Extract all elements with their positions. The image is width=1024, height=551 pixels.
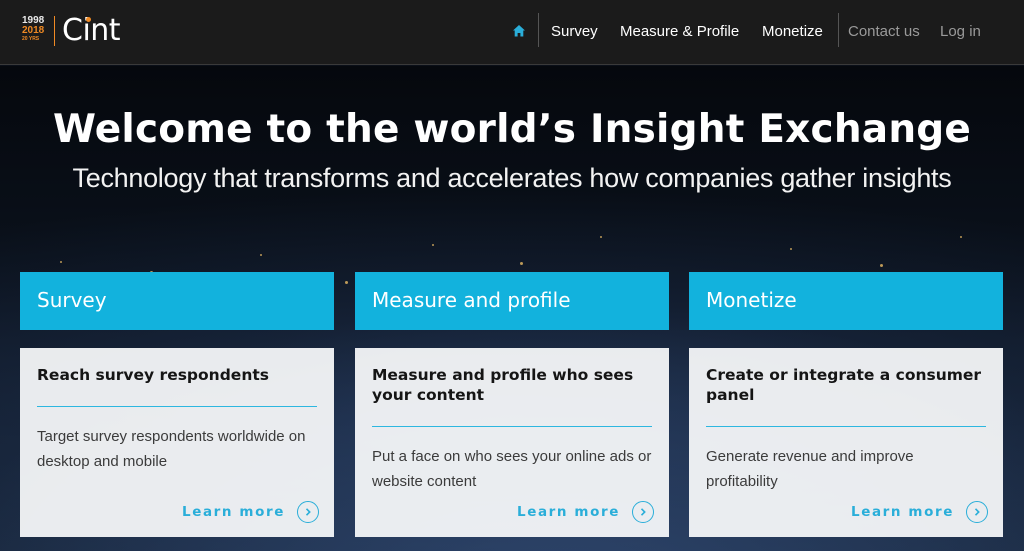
- hero-subtitle: Technology that transforms and accelerat…: [72, 163, 952, 193]
- cint-logo[interactable]: Cint: [62, 12, 121, 50]
- chevron-right-icon: [297, 501, 319, 523]
- city-light: [880, 264, 883, 267]
- learn-more-link[interactable]: Learn more: [182, 499, 322, 525]
- card-description: Target survey respondents worldwide on d…: [37, 428, 306, 470]
- nav-contact-us[interactable]: Contact us: [848, 22, 920, 42]
- card-title: Measure and profile who sees your conten…: [372, 366, 634, 404]
- card-divider: [706, 426, 986, 427]
- city-light: [600, 236, 602, 238]
- learn-more-label: Learn more: [851, 504, 954, 520]
- card-divider: [372, 426, 652, 427]
- learn-more-label: Learn more: [182, 504, 285, 520]
- card-description: Put a face on who sees your online ads o…: [372, 448, 652, 490]
- card-title: Reach survey respondents: [37, 366, 269, 384]
- card-header-measure-profile[interactable]: Measure and profile: [355, 272, 669, 330]
- nav-divider: [838, 13, 839, 47]
- city-light: [790, 248, 792, 250]
- nav-survey[interactable]: Survey: [551, 22, 598, 42]
- logo-divider: [54, 16, 55, 46]
- card-header-label: Survey: [37, 288, 107, 312]
- card-divider: [37, 406, 317, 407]
- card-header-monetize[interactable]: Monetize: [689, 272, 1003, 330]
- logo-year-caption: 20 YRS: [22, 36, 40, 42]
- logo-year-end: 2018: [22, 25, 45, 36]
- chevron-right-icon: [966, 501, 988, 523]
- card-header-label: Measure and profile: [372, 288, 571, 312]
- city-light: [60, 261, 62, 263]
- learn-more-link[interactable]: Learn more: [851, 499, 991, 525]
- city-light: [345, 281, 348, 284]
- card-monetize: Create or integrate a consumer panel Gen…: [689, 348, 1003, 537]
- nav-log-in[interactable]: Log in: [940, 22, 981, 42]
- nav-monetize[interactable]: Monetize: [762, 22, 823, 42]
- learn-more-link[interactable]: Learn more: [517, 499, 657, 525]
- hero-title: Welcome to the world’s Insight Exchange: [52, 107, 972, 152]
- nav-divider: [538, 13, 539, 47]
- card-title: Create or integrate a consumer panel: [706, 366, 982, 404]
- city-light: [260, 254, 262, 256]
- card-description: Generate revenue and improve profitabili…: [706, 448, 914, 490]
- card-header-survey[interactable]: Survey: [20, 272, 334, 330]
- anniversary-logo[interactable]: 1998 2018 20 YRS: [22, 16, 50, 48]
- nav-measure-profile[interactable]: Measure & Profile: [620, 22, 739, 42]
- card-header-label: Monetize: [706, 288, 797, 312]
- chevron-right-icon: [632, 501, 654, 523]
- logo-accent-dot: [86, 17, 91, 22]
- card-measure-profile: Measure and profile who sees your conten…: [355, 348, 669, 537]
- city-light: [960, 236, 962, 238]
- learn-more-label: Learn more: [517, 504, 620, 520]
- home-icon[interactable]: [512, 24, 526, 38]
- card-survey: Reach survey respondents Target survey r…: [20, 348, 334, 537]
- hero-banner: Welcome to the world’s Insight Exchange …: [0, 66, 1024, 551]
- city-light: [520, 262, 523, 265]
- city-light: [432, 244, 434, 246]
- site-header: 1998 2018 20 YRS Cint Survey Measure & P…: [0, 0, 1024, 65]
